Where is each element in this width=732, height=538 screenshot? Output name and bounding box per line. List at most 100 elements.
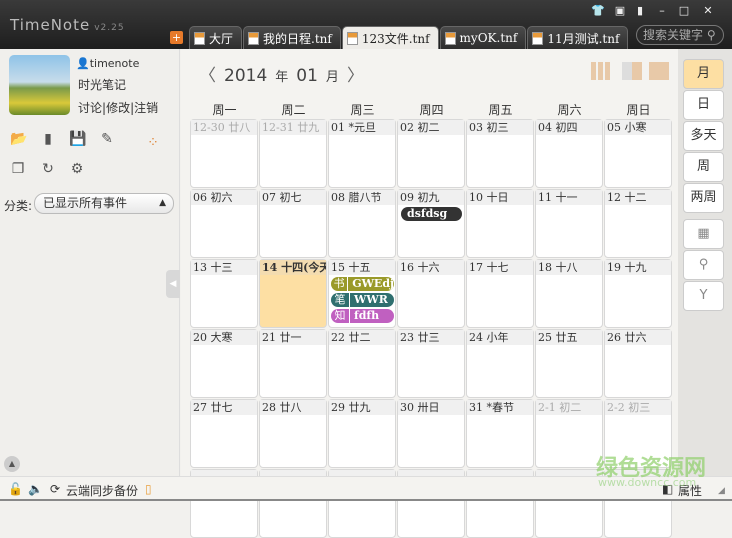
properties-icon[interactable]: ◧	[662, 482, 673, 496]
edit-icon[interactable]: ✎	[99, 131, 115, 147]
undo-icon[interactable]: ↻	[40, 161, 56, 177]
day-cell[interactable]: 30 卅日	[397, 399, 465, 468]
day-cell[interactable]: 21 廿一	[259, 329, 327, 398]
day-cell[interactable]: 08 腊八节	[328, 189, 396, 258]
view-button-0[interactable]: 月	[683, 59, 724, 89]
view-button-3[interactable]: 周	[683, 152, 724, 182]
day-cell[interactable]: 22 廿二	[328, 329, 396, 398]
skin-icon[interactable]: 👕	[590, 4, 606, 17]
day-cell[interactable]: 06 初六	[190, 189, 258, 258]
close-icon[interactable]: ✕	[700, 4, 716, 17]
save-icon[interactable]: 💾	[69, 131, 86, 147]
minimize-icon[interactable]: –	[654, 4, 670, 17]
menu-icon[interactable]: ▣	[612, 4, 628, 17]
apps-icon[interactable]: ⁘	[145, 135, 161, 151]
avatar[interactable]	[9, 55, 70, 115]
day-cell[interactable]: 02 初二	[397, 119, 465, 188]
day-cell[interactable]: 24 小年	[466, 329, 534, 398]
grid-view-icon[interactable]	[622, 62, 642, 80]
event-item[interactable]: dsfdsg	[401, 207, 462, 221]
day-cell[interactable]: 26 廿六	[604, 329, 672, 398]
tab-1[interactable]: 我的日程.tnf	[243, 26, 341, 49]
mobile-icon[interactable]: ▯	[145, 482, 152, 496]
sprout-icon[interactable]: Y	[683, 281, 724, 311]
open-folder-icon[interactable]: 📂	[10, 131, 27, 147]
view-button-4[interactable]: 两周	[683, 183, 724, 213]
search-icon[interactable]: ⚲	[707, 28, 716, 42]
tab-label: 大厅	[209, 31, 234, 46]
tab-3[interactable]: myOK.tnf	[439, 26, 527, 49]
maximize-icon[interactable]: □	[676, 4, 692, 17]
day-label: 08 腊八节	[329, 190, 395, 205]
day-cell[interactable]: 04 初四	[535, 119, 603, 188]
day-cell[interactable]: 05 小寒	[604, 119, 672, 188]
day-label: 19 十九	[605, 260, 671, 275]
edit-link[interactable]: 修改	[106, 101, 130, 115]
day-cell[interactable]: 09 初九 dsfdsg	[397, 189, 465, 258]
day-label: 27 廿七	[191, 400, 257, 415]
day-cell[interactable]: 18 十八	[535, 259, 603, 328]
day-cell[interactable]: 16 十六	[397, 259, 465, 328]
tab-4[interactable]: 11月测试.tnf	[527, 26, 629, 49]
battery-icon[interactable]: ▮	[632, 4, 648, 17]
stack-view-icon[interactable]	[649, 62, 669, 80]
day-cell[interactable]: 25 廿五	[535, 329, 603, 398]
sync-backup-button[interactable]: 云端同步备份	[66, 482, 138, 499]
search-icon[interactable]: ⚲	[683, 250, 724, 280]
tab-2[interactable]: 123文件.tnf	[341, 26, 439, 49]
day-label: 30 卅日	[398, 400, 464, 415]
discuss-link[interactable]: 讨论	[78, 101, 102, 115]
new-file-icon[interactable]: ▮	[40, 131, 56, 147]
event-item[interactable]: 知 fdfh	[331, 309, 394, 323]
file-icon	[248, 31, 260, 45]
day-cell[interactable]: 13 十三	[190, 259, 258, 328]
resize-grip-icon[interactable]: ◢	[718, 486, 725, 496]
day-cell[interactable]: 03 初三	[466, 119, 534, 188]
day-cell[interactable]: 01 *元旦	[328, 119, 396, 188]
search-input[interactable]: 搜索关键字 ⚲	[636, 25, 724, 45]
day-cell-today[interactable]: 14 十四(今天)	[259, 259, 327, 328]
add-tab-button[interactable]: +	[170, 30, 183, 44]
day-cell[interactable]: 12 十二	[604, 189, 672, 258]
day-cell[interactable]: 2-1 初二	[535, 399, 603, 468]
title-bar: TimeNote v2.25 👕 ▣ ▮ – □ ✕ + 大厅 我的日程.tnf 12…	[0, 0, 732, 49]
day-cell[interactable]: 10 十日	[466, 189, 534, 258]
event-item[interactable]: 书 GWEdj	[331, 277, 394, 291]
sound-icon[interactable]: 🔈	[28, 482, 43, 496]
view-button-1[interactable]: 日	[683, 90, 724, 120]
collapse-panel-button[interactable]: ◀	[166, 270, 180, 298]
day-cell[interactable]: 28 廿八	[259, 399, 327, 468]
file-icon	[532, 31, 544, 45]
logout-link[interactable]: 注销	[134, 101, 158, 115]
left-panel: 👤timenote 时光笔记 讨论|修改|注销 📂 ▮ 💾 ✎ ⁘ ❐ ↻ ⚙ …	[0, 49, 180, 476]
day-cell[interactable]: 17 十七	[466, 259, 534, 328]
copy-icon[interactable]: ❐	[10, 161, 26, 177]
scroll-up-button[interactable]: ▲	[4, 456, 20, 472]
gear-icon[interactable]: ⚙	[69, 161, 85, 177]
view-button-2[interactable]: 多天	[683, 121, 724, 151]
status-bar: 🔓 🔈 ⟳ 云端同步备份 ▯ ◧ 属性 ◢	[0, 476, 732, 501]
next-month-button[interactable]: 〉	[347, 61, 364, 86]
day-cell[interactable]: 12-30 廿八	[190, 119, 258, 188]
lock-icon[interactable]: 🔓	[8, 482, 23, 496]
calendar-icon[interactable]: ▦	[683, 219, 724, 249]
day-cell[interactable]: 31 *春节	[466, 399, 534, 468]
event-item[interactable]: 笔 WWR	[331, 293, 394, 307]
day-cell[interactable]: 12-31 廿九	[259, 119, 327, 188]
day-label: 22 廿二	[329, 330, 395, 345]
day-cell[interactable]: 19 十九	[604, 259, 672, 328]
day-cell[interactable]: 27 廿七	[190, 399, 258, 468]
category-select[interactable]: 已显示所有事件 ▲	[34, 193, 174, 214]
day-cell[interactable]: 29 廿九	[328, 399, 396, 468]
day-cell[interactable]: 20 大寒	[190, 329, 258, 398]
prev-month-button[interactable]: 〈	[199, 61, 216, 86]
tab-0[interactable]: 大厅	[189, 26, 243, 49]
day-cell[interactable]: 15 十五书 GWEdj 笔 WWR 知 fdfh	[328, 259, 396, 328]
day-cell[interactable]: 2-2 初三	[604, 399, 672, 468]
sync-icon[interactable]: ⟳	[50, 482, 60, 496]
day-cell[interactable]: 11 十一	[535, 189, 603, 258]
day-cell[interactable]: 07 初七	[259, 189, 327, 258]
columns-view-icon[interactable]	[591, 62, 611, 80]
day-cell[interactable]: 23 廿三	[397, 329, 465, 398]
properties-button[interactable]: 属性	[678, 482, 702, 499]
